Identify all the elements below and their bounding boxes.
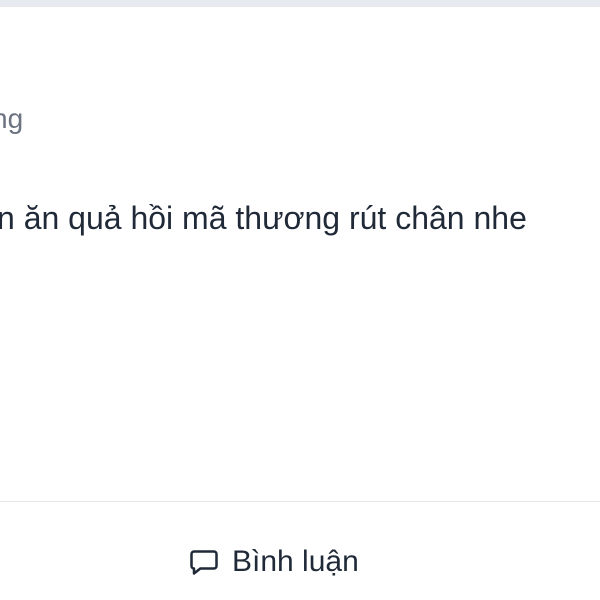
post-meta-text: ng: [0, 103, 24, 134]
comment-bubble-icon: [190, 550, 218, 575]
post-action-bar: Bình luận: [0, 502, 600, 600]
comment-button[interactable]: Bình luận: [184, 540, 363, 584]
comment-button-label: Bình luận: [232, 545, 359, 578]
post-card: ng n ăn quả hồi mã thương rút chân nhe B…: [0, 6, 600, 600]
post-body-text: n ăn quả hồi mã thương rút chân nhe: [0, 200, 527, 236]
